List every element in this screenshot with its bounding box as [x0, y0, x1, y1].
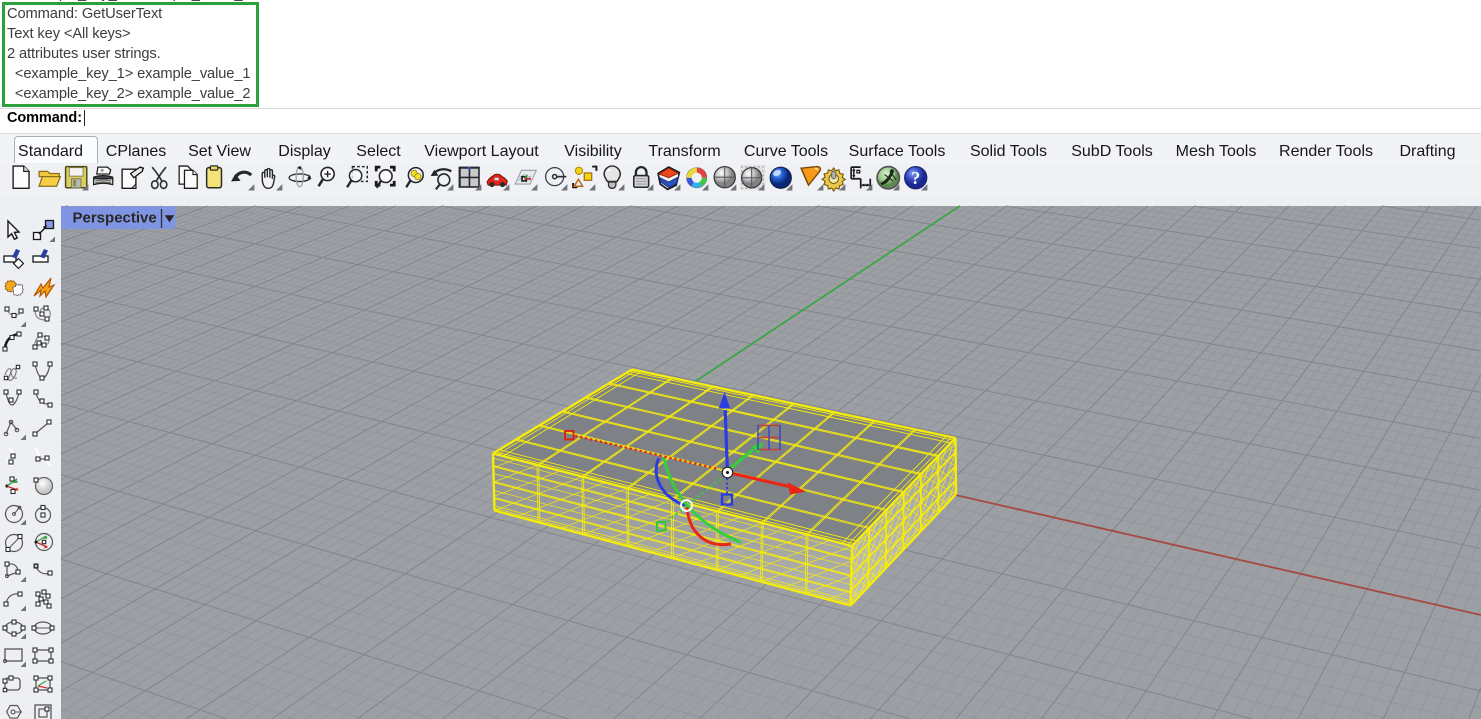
- svg-text:Perspective: Perspective: [73, 210, 157, 227]
